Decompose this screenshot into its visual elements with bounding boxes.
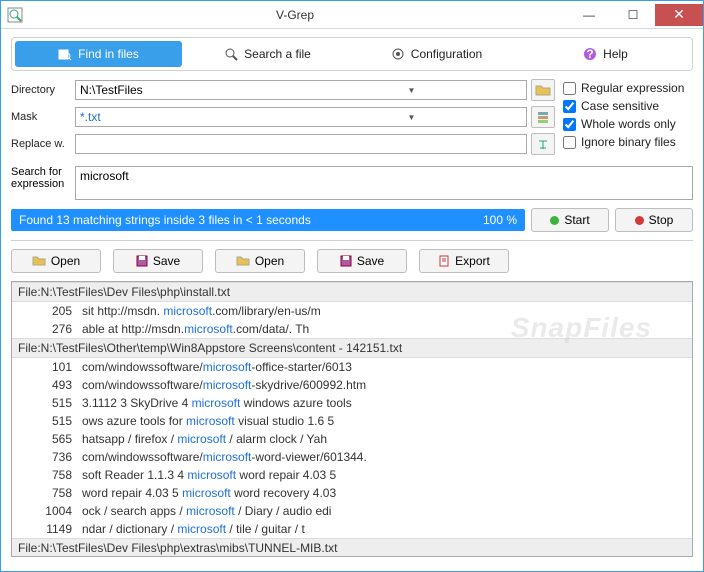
regex-checkbox[interactable]: Regular expression (563, 81, 693, 95)
results-list[interactable]: SnapFiles File:N:\TestFiles\Dev Files\ph… (11, 281, 693, 557)
export-icon (438, 255, 450, 267)
stop-button[interactable]: Stop (615, 208, 693, 232)
result-line[interactable]: 276able at http://msdn.microsoft.com/dat… (12, 320, 692, 338)
close-button[interactable]: ✕ (655, 4, 703, 26)
save-left-button[interactable]: Save (113, 249, 203, 273)
mask-filter-button[interactable] (531, 106, 555, 128)
search-a-file-tab[interactable]: Search a file (184, 41, 351, 67)
search-files-icon (58, 47, 72, 61)
result-line[interactable]: 205sit http://msdn. microsoft.com/librar… (12, 302, 692, 320)
start-button[interactable]: Start (531, 208, 609, 232)
minimize-button[interactable]: — (567, 4, 611, 26)
result-line[interactable]: 758 word repair 4.03 5 microsoft word re… (12, 484, 692, 502)
search-icon (224, 47, 238, 61)
mask-label: Mask (11, 111, 71, 123)
case-sensitive-checkbox[interactable]: Case sensitive (563, 99, 693, 113)
ignore-binary-checkbox[interactable]: Ignore binary files (563, 135, 693, 149)
result-line[interactable]: 736com/windowssoftware/microsoft-word-vi… (12, 448, 692, 466)
green-dot-icon (550, 216, 559, 225)
divider (11, 240, 693, 241)
result-file-header[interactable]: File:N:\TestFiles\Other\temp\Win8Appstor… (12, 338, 692, 358)
result-line[interactable]: 1149ndar / dictionary / microsoft / tile… (12, 520, 692, 538)
configuration-tab[interactable]: Configuration (353, 41, 520, 67)
search-expression-input[interactable]: microsoft (75, 166, 693, 200)
open-right-button[interactable]: Open (215, 249, 305, 273)
app-icon (7, 7, 23, 23)
gear-icon (391, 47, 405, 61)
status-bar: Found 13 matching strings inside 3 files… (11, 209, 525, 231)
result-file-header[interactable]: File:N:\TestFiles\Dev Files\php\extras\m… (12, 538, 692, 557)
mask-combo[interactable]: *.txt▼ (75, 107, 527, 127)
result-line[interactable]: 493com/windowssoftware/microsoft-skydriv… (12, 376, 692, 394)
chevron-down-icon: ▼ (301, 86, 522, 95)
folder-open-icon (32, 255, 46, 267)
red-dot-icon (635, 216, 644, 225)
result-line[interactable]: 5153.1112 3 SkyDrive 4 microsoft windows… (12, 394, 692, 412)
replace-tool-button[interactable] (531, 133, 555, 155)
find-in-files-tab[interactable]: Find in files (15, 41, 182, 67)
chevron-down-icon: ▼ (301, 113, 522, 122)
replace-input[interactable] (75, 134, 527, 154)
help-tab[interactable]: ? Help (522, 41, 689, 67)
whole-words-checkbox[interactable]: Whole words only (563, 117, 693, 131)
titlebar: V-Grep — ☐ ✕ (1, 1, 703, 29)
directory-combo[interactable]: N:\TestFiles▼ (75, 80, 527, 100)
help-icon: ? (583, 47, 597, 61)
result-line[interactable]: 101com/windowssoftware/microsoft-office-… (12, 358, 692, 376)
window-title: V-Grep (23, 8, 567, 22)
floppy-icon (340, 255, 352, 267)
search-expression-label: Search for expression (11, 166, 71, 190)
floppy-icon (136, 255, 148, 267)
replace-label: Replace w. (11, 138, 71, 150)
result-line[interactable]: 758soft Reader 1.1.3 4 microsoft word re… (12, 466, 692, 484)
directory-label: Directory (11, 84, 71, 96)
result-line[interactable]: 565hatsapp / firefox / microsoft / alarm… (12, 430, 692, 448)
main-toolbar: Find in files Search a file Configuratio… (11, 37, 693, 71)
svg-text:?: ? (586, 47, 593, 61)
browse-folder-button[interactable] (531, 79, 555, 101)
result-line[interactable]: 1004ock / search apps / microsoft / Diar… (12, 502, 692, 520)
maximize-button[interactable]: ☐ (611, 4, 655, 26)
save-right-button[interactable]: Save (317, 249, 407, 273)
result-file-header[interactable]: File:N:\TestFiles\Dev Files\php\install.… (12, 282, 692, 302)
folder-open-icon (236, 255, 250, 267)
result-line[interactable]: 515ows azure tools for microsoft visual … (12, 412, 692, 430)
open-left-button[interactable]: Open (11, 249, 101, 273)
export-button[interactable]: Export (419, 249, 509, 273)
